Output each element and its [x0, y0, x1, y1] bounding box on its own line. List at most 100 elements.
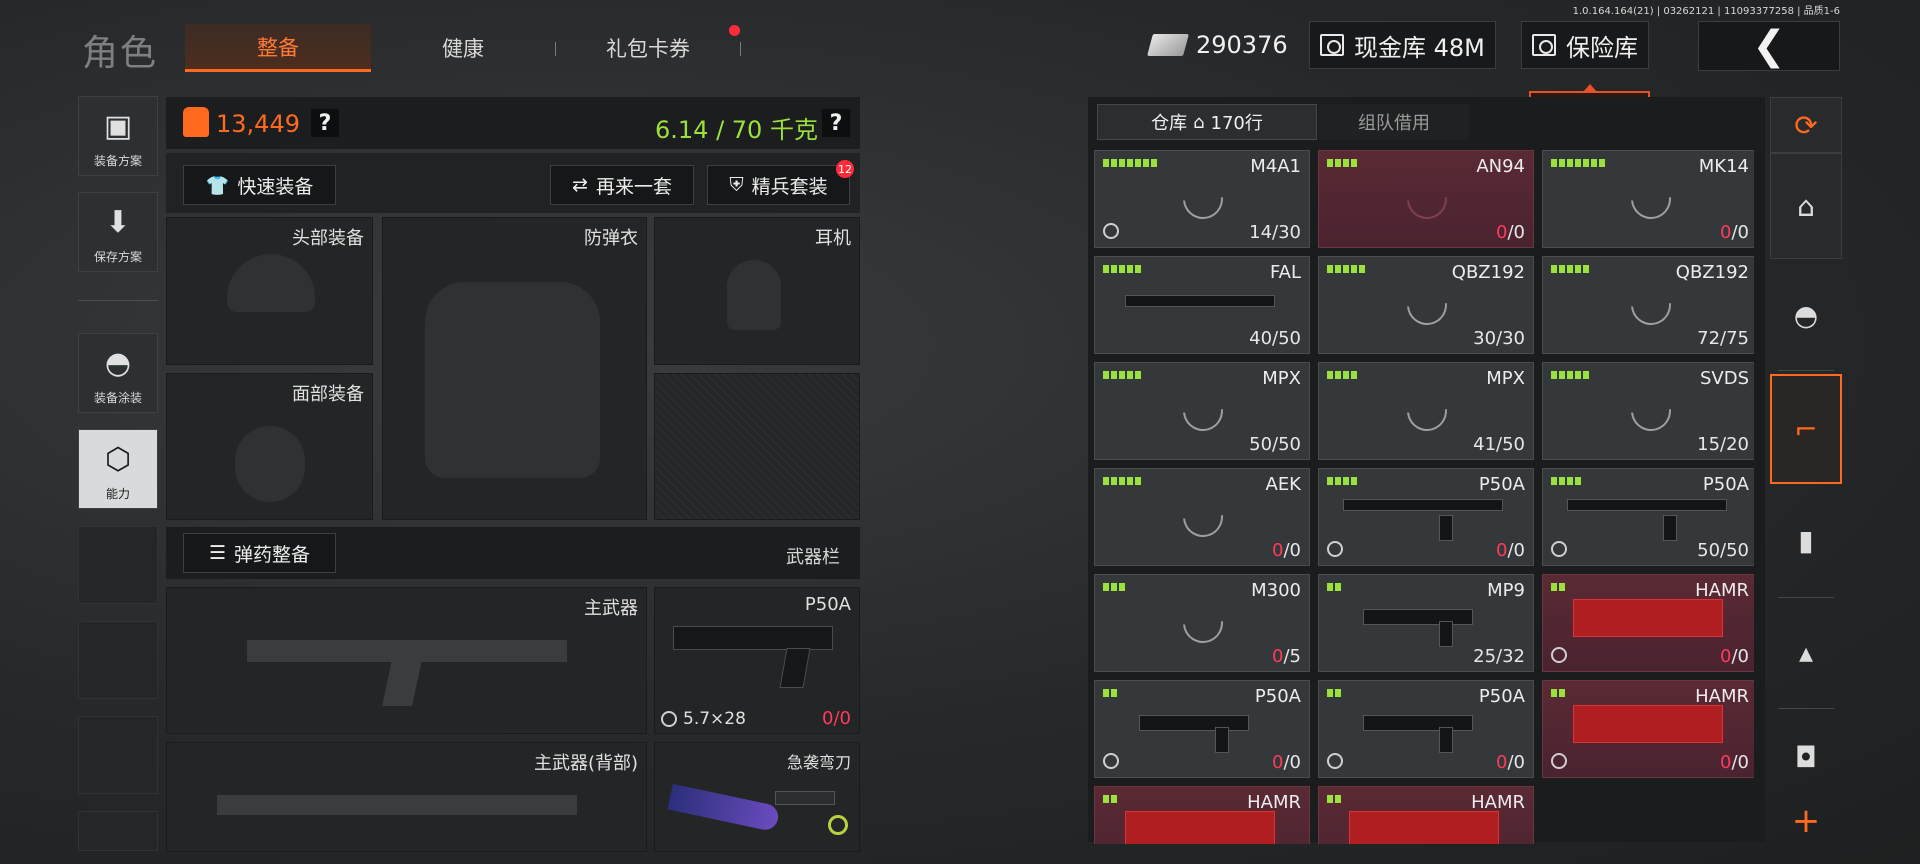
item-name: HAMR — [1247, 792, 1301, 813]
receiver-icon — [1573, 599, 1723, 637]
sidearm-slot[interactable]: P50A 5.7×28 0/0 — [654, 587, 860, 734]
item-name: HAMR — [1695, 686, 1749, 707]
weight-help-button[interactable]: ? — [822, 109, 850, 137]
sidebar-skins[interactable]: ◓ 装备涂装 — [78, 333, 158, 413]
sidebar-refresh[interactable]: ⟳ — [1770, 97, 1842, 153]
elite-set-button[interactable]: ⛨ 精兵套装 — [707, 165, 850, 205]
back-button[interactable]: ❮ — [1698, 21, 1840, 71]
cash-vault-button[interactable]: 现金库 48M — [1309, 21, 1496, 69]
add-category-button[interactable]: + — [1770, 798, 1842, 844]
item-name: P50A — [1478, 474, 1525, 495]
quality-segment — [1327, 159, 1333, 167]
warehouse-item[interactable]: M300 0/5 — [1094, 574, 1310, 672]
item-ammo: 0/0 — [1496, 222, 1525, 243]
category-helmet[interactable]: ◓ — [1770, 265, 1842, 365]
quality-segment — [1567, 477, 1573, 485]
armor-help-button[interactable]: ? — [311, 109, 339, 137]
ammo-current: 0 — [1720, 752, 1732, 773]
warehouse-item[interactable]: HAMR 0/0 — [1542, 680, 1754, 778]
quality-segment — [1551, 689, 1557, 697]
warehouse-item[interactable]: P50A 50/50 — [1542, 468, 1754, 566]
warehouse-item[interactable]: QBZ192 72/75 — [1542, 256, 1754, 354]
tab-gift-cards[interactable]: 礼包卡券 — [555, 24, 741, 72]
ammo-current: 30 — [1473, 328, 1497, 349]
face-slot[interactable]: 面部装备 — [166, 373, 373, 520]
item-name: P50A — [1702, 474, 1749, 495]
ammo-equip-button[interactable]: ☰ 弹药整备 — [183, 533, 336, 573]
sidebar-label: 装备涂装 — [93, 391, 142, 405]
ammo-current: 0 — [1496, 222, 1508, 243]
safe-icon — [1532, 34, 1556, 56]
quality-segment — [1351, 159, 1357, 167]
slot-label: 面部装备 — [292, 384, 364, 405]
primary-back-slot[interactable]: 主武器(背部) — [166, 742, 647, 852]
sidearm-name: P50A — [804, 594, 851, 615]
warehouse-item[interactable]: MK14 0/0 — [1542, 150, 1754, 248]
quality-segment — [1551, 265, 1557, 273]
cash-icon — [1147, 34, 1189, 56]
quality-bars — [1327, 477, 1357, 485]
quality-bars — [1103, 159, 1157, 167]
magazine-icon: ▮ — [1798, 523, 1814, 557]
warehouse-item[interactable]: P50A 0/0 — [1318, 468, 1534, 566]
category-weapons[interactable]: ⌐ — [1770, 374, 1842, 484]
armor-value: 13,449 — [216, 110, 300, 138]
tab-equip[interactable]: 整备 — [185, 24, 371, 72]
tab-storage[interactable]: 仓库 ⌂ 170行 — [1097, 104, 1317, 140]
quality-segment — [1127, 159, 1133, 167]
primary-weapon-slot[interactable]: 主武器 — [166, 587, 647, 734]
again-set-label: 再来一套 — [595, 175, 672, 198]
warehouse-item[interactable]: SVDS 15/20 — [1542, 362, 1754, 460]
caliber-icon — [1551, 647, 1567, 663]
category-all[interactable]: ⌂ — [1770, 153, 1842, 259]
warehouse-item[interactable]: MP9 25/32 — [1318, 574, 1534, 672]
warehouse-item[interactable]: P50A 0/0 — [1094, 680, 1310, 778]
warehouse-item[interactable]: M4A1 14/30 — [1094, 150, 1310, 248]
head-slot[interactable]: 头部装备 — [166, 217, 373, 365]
quality-bars — [1327, 371, 1357, 379]
again-set-button[interactable]: ⇄ 再来一套 — [550, 165, 694, 205]
warehouse-item[interactable]: AN94 0/0 — [1318, 150, 1534, 248]
warehouse-item[interactable]: AEK 0/0 — [1094, 468, 1310, 566]
currency-display: 290376 — [1140, 21, 1298, 69]
helmet-icon — [227, 254, 315, 312]
melee-slot[interactable]: 急袭弯刀 — [654, 742, 860, 852]
category-scope[interactable]: ◘ — [1770, 712, 1842, 802]
warehouse-item[interactable]: MPX 50/50 — [1094, 362, 1310, 460]
quality-segment — [1111, 477, 1117, 485]
sidebar-save-plan[interactable]: ⬇ 保存方案 — [78, 192, 158, 272]
sidebar-empty-slot — [78, 621, 158, 699]
tab-health[interactable]: 健康 — [370, 24, 556, 72]
sidebar-abilities[interactable]: ⬡ 能力 — [78, 429, 158, 509]
warehouse-item[interactable]: MPX 41/50 — [1318, 362, 1534, 460]
quality-segment — [1551, 371, 1557, 379]
quality-segment — [1103, 583, 1109, 591]
ammo-max: /0 — [1731, 646, 1749, 667]
warehouse-item[interactable]: HAMR 0/0 — [1542, 574, 1754, 672]
sidebar-loadout-plan[interactable]: ▣ 装备方案 — [78, 96, 158, 176]
ammo-current: 0 — [1720, 646, 1732, 667]
warehouse-item[interactable]: FAL 40/50 — [1094, 256, 1310, 354]
loading-spinner-icon — [1174, 170, 1232, 228]
vest-slot[interactable]: 防弹衣 — [382, 217, 647, 520]
item-ammo: 50/50 — [1697, 540, 1749, 561]
category-ammo[interactable]: ▴ — [1770, 600, 1842, 705]
warehouse-item[interactable]: HAMR — [1094, 786, 1310, 844]
category-magazine[interactable]: ▮ — [1770, 490, 1842, 590]
quality-segment — [1559, 477, 1565, 485]
warehouse-item[interactable]: HAMR — [1318, 786, 1534, 844]
warehouse-item[interactable]: QBZ192 30/30 — [1318, 256, 1534, 354]
quality-segment — [1327, 371, 1333, 379]
quality-segment — [1151, 159, 1157, 167]
caliber-icon — [1327, 753, 1343, 769]
warehouse-item[interactable]: P50A 0/0 — [1318, 680, 1534, 778]
quality-segment — [1351, 371, 1357, 379]
tab-team-borrow[interactable]: 组队借用 — [1319, 104, 1469, 140]
tab-storage-rows: 170行 — [1210, 113, 1263, 134]
quality-segment — [1575, 477, 1581, 485]
item-ammo: 0/0 — [1496, 752, 1525, 773]
quality-segment — [1559, 371, 1565, 379]
safe-vault-button[interactable]: 保险库 — [1521, 21, 1649, 69]
quick-equip-button[interactable]: 👕 快速装备 — [183, 165, 336, 205]
earphones-slot[interactable]: 耳机 — [654, 217, 860, 365]
